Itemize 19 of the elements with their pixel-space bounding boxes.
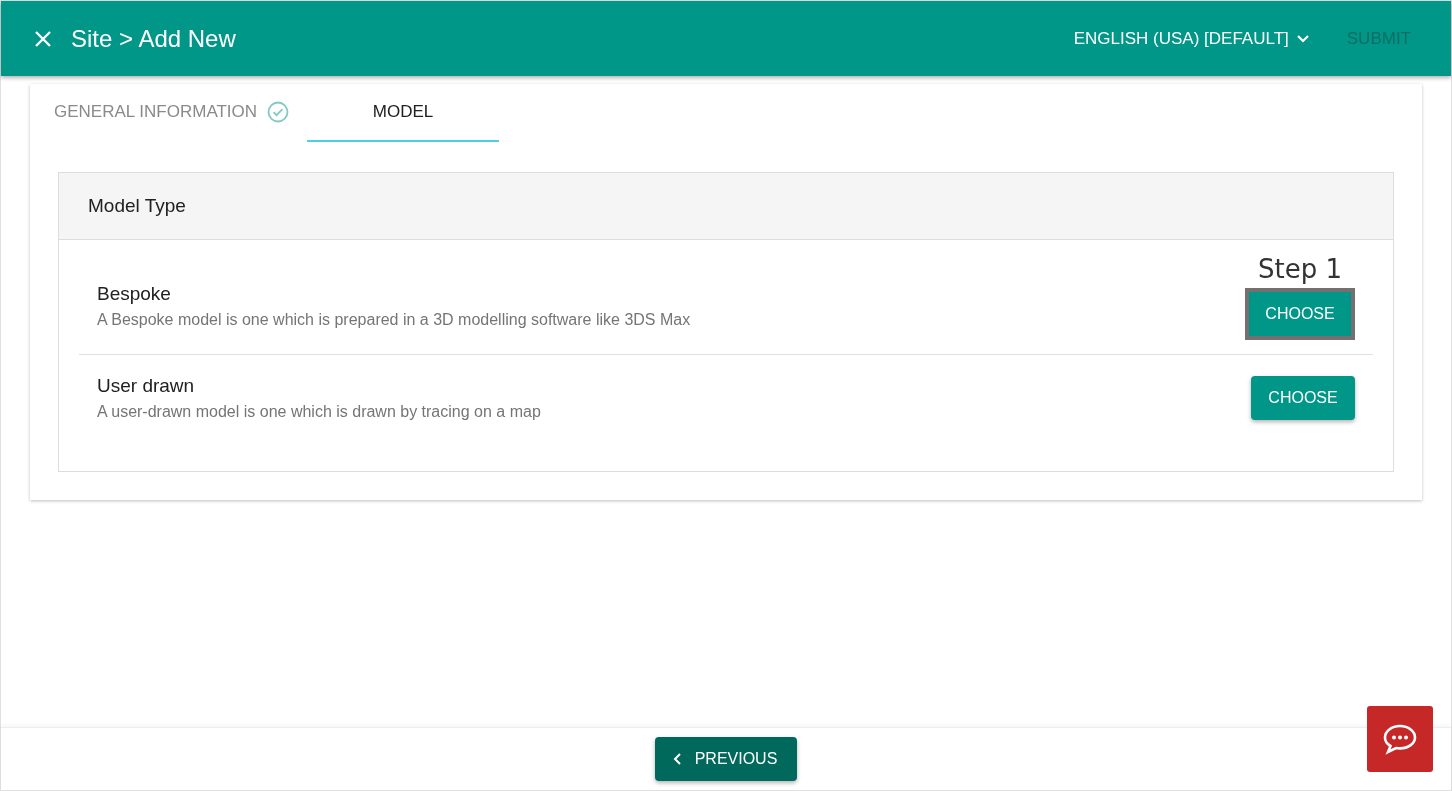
option-name: User drawn [97,375,196,397]
chat-button[interactable] [1367,706,1433,772]
check-circle-icon [267,101,290,123]
language-dropdown[interactable]: ENGLISH (USA) [DEFAULT] [1073,28,1311,49]
previous-button[interactable]: PREVIOUS [654,737,798,781]
chevron-left-icon [672,752,683,766]
step-label: Step 1 [1258,254,1342,284]
option-description: A user-drawn model is one which is drawn by tracing on a map [97,403,542,421]
tab[interactable]: GENERAL INFORMATION [36,84,308,142]
choose-button[interactable]: CHOOSE [1251,376,1355,420]
speech-bubble-icon [1382,723,1418,755]
close-button[interactable] [33,28,53,49]
tab[interactable]: MODEL [307,84,500,142]
close-icon [33,28,53,49]
page-title: Site > Add New [71,24,237,53]
option-description: A Bespoke model is one which is prepared in a 3D modelling software like 3DS Max [97,311,692,329]
panel-title: Model Type [59,173,1393,240]
option-name: Bespoke [97,283,172,305]
choose-button[interactable]: CHOOSE [1245,288,1355,340]
